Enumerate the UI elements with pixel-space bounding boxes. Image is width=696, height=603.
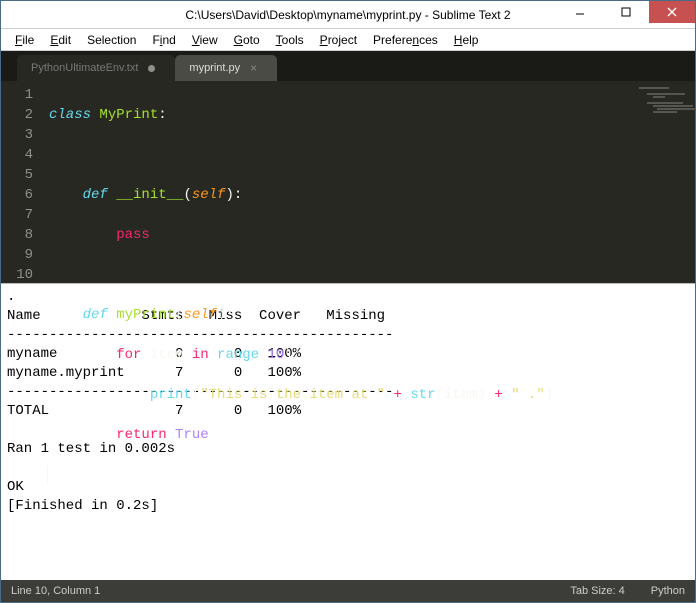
line-number: 3: [5, 125, 33, 145]
menu-goto[interactable]: Goto: [226, 31, 268, 49]
code-line: def __init__(self):: [49, 185, 629, 205]
line-number: 2: [5, 105, 33, 125]
menu-help[interactable]: Help: [446, 31, 487, 49]
close-button[interactable]: [649, 1, 695, 23]
line-number: 7: [5, 205, 33, 225]
code-line: [49, 265, 629, 285]
code-line: [49, 465, 629, 485]
code-line: def myPrint(self):: [49, 305, 629, 325]
status-syntax[interactable]: Python: [651, 585, 685, 597]
menu-tools[interactable]: Tools: [268, 31, 312, 49]
cursor-icon: [47, 466, 48, 484]
tab-myprint[interactable]: myprint.py ×: [175, 55, 277, 81]
code-line: pass: [49, 225, 629, 245]
editor: PythonUltimateEnv.txt myprint.py × 1 2 3…: [1, 51, 695, 283]
menu-project[interactable]: Project: [312, 31, 365, 49]
code-area[interactable]: class MyPrint: def __init__(self): pass …: [43, 81, 635, 283]
menu-edit[interactable]: Edit: [42, 31, 79, 49]
close-tab-icon[interactable]: ×: [250, 61, 257, 75]
minimap[interactable]: [635, 81, 695, 283]
tab-pythonultimateenv[interactable]: PythonUltimateEnv.txt: [17, 55, 175, 81]
tab-label: myprint.py: [189, 62, 240, 74]
code-line: [49, 145, 629, 165]
menu-find[interactable]: Find: [144, 31, 183, 49]
menu-file[interactable]: File: [7, 31, 42, 49]
statusbar: Line 10, Column 1 Tab Size: 4 Python: [1, 580, 695, 602]
gutter: 1 2 3 4 5 6 7 8 9 10: [1, 81, 43, 283]
line-number: 4: [5, 145, 33, 165]
line-number: 8: [5, 225, 33, 245]
line-number: 5: [5, 165, 33, 185]
maximize-button[interactable]: [603, 1, 649, 23]
line-number: 6: [5, 185, 33, 205]
code-line: return True: [49, 425, 629, 445]
menu-selection[interactable]: Selection: [79, 31, 144, 49]
editor-body[interactable]: 1 2 3 4 5 6 7 8 9 10 class MyPrint: def …: [1, 81, 695, 283]
dirty-dot-icon: [148, 65, 155, 72]
code-line: for item in range(10):: [49, 345, 629, 365]
window: C:\Users\David\Desktop\myname\myprint.py…: [0, 0, 696, 603]
menu-preferences[interactable]: Preferences: [365, 31, 446, 49]
tab-label: PythonUltimateEnv.txt: [31, 62, 138, 74]
status-tabsize[interactable]: Tab Size: 4: [570, 585, 624, 597]
tabbar: PythonUltimateEnv.txt myprint.py ×: [1, 51, 695, 81]
window-controls: [557, 1, 695, 23]
menubar: File Edit Selection Find View Goto Tools…: [1, 29, 695, 51]
line-number: 1: [5, 85, 33, 105]
minimize-button[interactable]: [557, 1, 603, 23]
menu-view[interactable]: View: [184, 31, 226, 49]
line-number: 9: [5, 245, 33, 265]
line-number: 10: [5, 265, 33, 285]
code-line: print("This is the item at " + str(item)…: [49, 385, 629, 405]
titlebar: C:\Users\David\Desktop\myname\myprint.py…: [1, 1, 695, 29]
status-position[interactable]: Line 10, Column 1: [11, 585, 100, 597]
code-line: class MyPrint:: [49, 105, 629, 125]
